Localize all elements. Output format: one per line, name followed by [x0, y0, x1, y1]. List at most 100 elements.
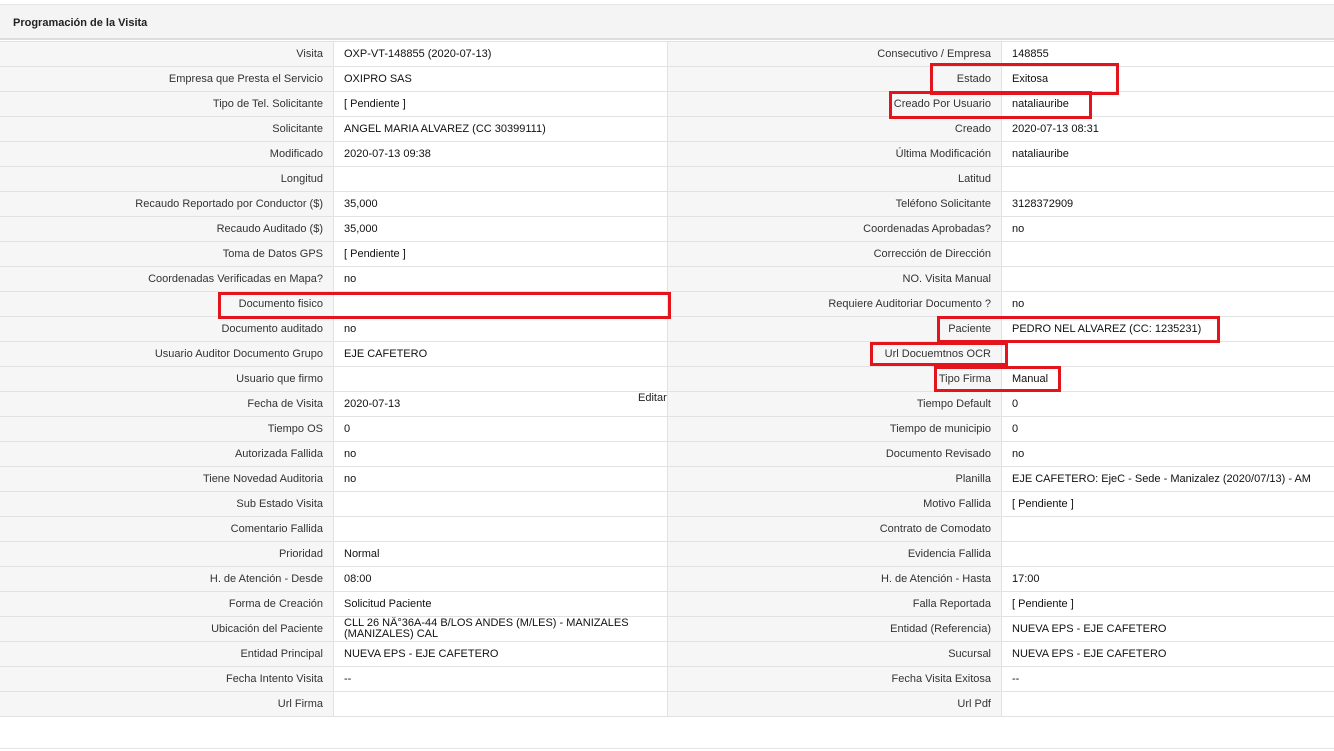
- field-value: 0: [1002, 417, 1334, 441]
- field-value: NUEVA EPS - EJE CAFETERO: [1002, 617, 1334, 641]
- field-label: Latitud: [668, 167, 1002, 191]
- field-label: Sub Estado Visita: [0, 492, 334, 516]
- field-value: [1002, 242, 1334, 266]
- field-label: Creado Por Usuario: [668, 92, 1002, 116]
- field-value: [ Pendiente ]: [334, 92, 668, 116]
- table-row: Longitud Latitud: [0, 167, 1334, 192]
- field-value: [334, 492, 668, 516]
- field-label: Visita: [0, 42, 334, 66]
- field-label: Prioridad: [0, 542, 334, 566]
- field-value: EJE CAFETERO: EjeC - Sede - Manizalez (2…: [1002, 467, 1334, 491]
- field-value: nataliauribe: [1002, 92, 1334, 116]
- field-value: [334, 517, 668, 541]
- field-value: ANGEL MARIA ALVAREZ (CC 30399111): [334, 117, 668, 141]
- field-value: NUEVA EPS - EJE CAFETERO: [1002, 642, 1334, 666]
- field-label: Evidencia Fallida: [668, 542, 1002, 566]
- field-value: [1002, 342, 1334, 366]
- table-row: Coordenadas Verificadas en Mapa? no NO. V…: [0, 267, 1334, 292]
- table-row: Toma de Datos GPS[ Pendiente ] Corrección…: [0, 242, 1334, 267]
- field-value: Solicitud Paciente: [334, 592, 668, 616]
- field-value: [ Pendiente ]: [334, 242, 668, 266]
- field-label: Url Firma: [0, 692, 334, 716]
- field-label: Modificado: [0, 142, 334, 166]
- table-row: Recaudo Auditado ($) 35,000 Coordenadas Ap…: [0, 217, 1334, 242]
- field-label: Documento auditado: [0, 317, 334, 341]
- field-label: Solicitante: [0, 117, 334, 141]
- table-row: Url Firma Url Pdf: [0, 692, 1334, 717]
- field-value: [ Pendiente ]: [1002, 492, 1334, 516]
- field-value: [334, 367, 668, 391]
- field-label: Corrección de Dirección: [668, 242, 1002, 266]
- field-label: Fecha de Visita: [0, 392, 334, 416]
- table-row: Empresa que Presta el Servicio OXIPRO SAS…: [0, 67, 1334, 92]
- field-value: PEDRO NEL ALVAREZ (CC: 1235231): [1002, 317, 1334, 341]
- edit-link[interactable]: Editar: [638, 392, 667, 404]
- table-row: Fecha de Visita 2020-07-13 Tiempo Default…: [0, 392, 1334, 417]
- field-label: Tiempo Default: [668, 392, 1002, 416]
- field-value: no: [334, 317, 668, 341]
- field-value: no: [1002, 292, 1334, 316]
- field-label: Última Modificación: [668, 142, 1002, 166]
- field-value: 2020-07-13 08:31: [1002, 117, 1334, 141]
- field-label: Empresa que Presta el Servicio: [0, 67, 334, 91]
- field-label: Url Pdf: [668, 692, 1002, 716]
- field-value: 35,000: [334, 217, 668, 241]
- table-row: Modificado 2020-07-13 09:38 Última Modific…: [0, 142, 1334, 167]
- field-label: Creado: [668, 117, 1002, 141]
- table-row: Ubicación del Paciente CLL 26 NÂ°36A-44 B…: [0, 617, 1334, 642]
- field-label: Coordenadas Aprobadas?: [668, 217, 1002, 241]
- field-label: Documento Revisado: [668, 442, 1002, 466]
- field-value: nataliauribe: [1002, 142, 1334, 166]
- field-value: 148855: [1002, 42, 1334, 66]
- field-label: Comentario Fallida: [0, 517, 334, 541]
- field-label: Contrato de Comodato: [668, 517, 1002, 541]
- field-value: [334, 692, 668, 716]
- field-label: Tiene Novedad Auditoria: [0, 467, 334, 491]
- table-row: Comentario Fallida Contrato de Comodato: [0, 517, 1334, 542]
- field-value: OXP-VT-148855 (2020-07-13): [334, 42, 668, 66]
- field-value: no: [334, 442, 668, 466]
- field-value: --: [334, 667, 668, 691]
- panel-title: Programación de la Visita: [13, 17, 148, 29]
- field-label: Coordenadas Verificadas en Mapa?: [0, 267, 334, 291]
- field-label: Tipo Firma: [668, 367, 1002, 391]
- field-label: Paciente: [668, 317, 1002, 341]
- table-row: Entidad Principal NUEVA EPS - EJE CAFETER…: [0, 642, 1334, 667]
- panel-header: Programación de la Visita: [0, 4, 1334, 40]
- field-label: Estado: [668, 67, 1002, 91]
- field-label: Planilla: [668, 467, 1002, 491]
- field-label: Fecha Intento Visita: [0, 667, 334, 691]
- field-value: 2020-07-13 09:38: [334, 142, 668, 166]
- field-label: Consecutivo / Empresa: [668, 42, 1002, 66]
- field-label: Usuario Auditor Documento Grupo: [0, 342, 334, 366]
- field-label: H. de Atención - Desde: [0, 567, 334, 591]
- field-label: NO. Visita Manual: [668, 267, 1002, 291]
- field-label: Tiempo de municipio: [668, 417, 1002, 441]
- field-label: Longitud: [0, 167, 334, 191]
- table-row: Forma de Creación Solicitud Paciente Falla…: [0, 592, 1334, 617]
- field-value: [334, 167, 668, 191]
- field-value: 35,000: [334, 192, 668, 216]
- field-label: H. de Atención - Hasta: [668, 567, 1002, 591]
- table-row: Prioridad Normal Evidencia Fallida: [0, 542, 1334, 567]
- field-label: Recaudo Reportado por Conductor ($): [0, 192, 334, 216]
- field-value: OXIPRO SAS: [334, 67, 668, 91]
- field-value: [1002, 267, 1334, 291]
- table-row: Sub Estado Visita Motivo Fallida[ Pendien…: [0, 492, 1334, 517]
- field-value: [1002, 542, 1334, 566]
- field-label: Toma de Datos GPS: [0, 242, 334, 266]
- field-value: Manual: [1002, 367, 1334, 391]
- table-row: Usuario Auditor Documento Grupo EJE CAFET…: [0, 342, 1334, 367]
- field-value: [ Pendiente ]: [1002, 592, 1334, 616]
- field-label: Tiempo OS: [0, 417, 334, 441]
- table-row: Usuario que firmo Tipo Firma Manual: [0, 367, 1334, 392]
- field-value: 3128372909: [1002, 192, 1334, 216]
- table-row: Documento fisico Requiere Auditoriar Docu…: [0, 292, 1334, 317]
- field-label: Recaudo Auditado ($): [0, 217, 334, 241]
- field-value: [1002, 517, 1334, 541]
- field-label: Autorizada Fallida: [0, 442, 334, 466]
- field-value: 08:00: [334, 567, 668, 591]
- field-label: Fecha Visita Exitosa: [668, 667, 1002, 691]
- field-label: Usuario que firmo: [0, 367, 334, 391]
- field-value: --: [1002, 667, 1334, 691]
